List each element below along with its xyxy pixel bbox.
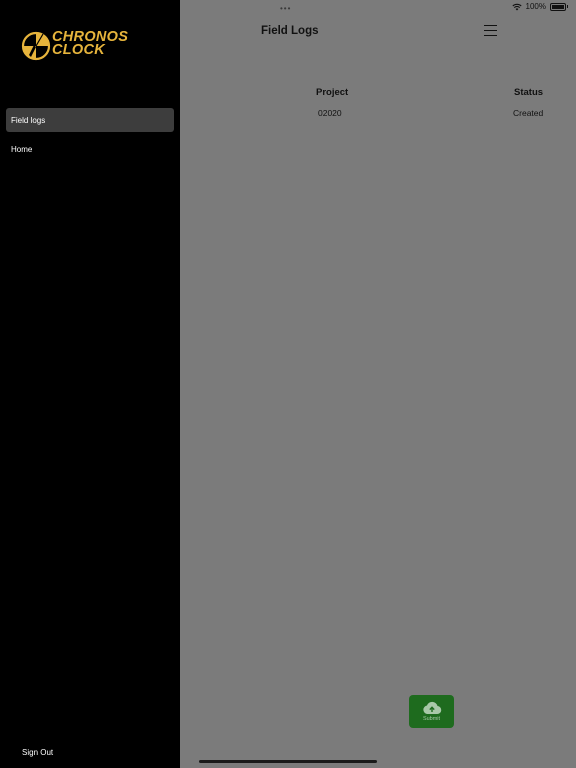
battery-icon [550, 2, 568, 11]
cell-status: Created [513, 108, 544, 118]
page-title: Field Logs [261, 25, 319, 37]
sidebar: CHRONOS CLOCK Field logs Home Sign Out [0, 0, 180, 768]
submit-label: Submit [422, 716, 441, 722]
cloud-upload-icon [422, 701, 441, 715]
sidebar-item-label: Field logs [11, 115, 46, 125]
sign-out-button[interactable]: Sign Out [22, 748, 53, 757]
sidebar-item-label: Home [11, 144, 33, 154]
sidebar-item-home[interactable]: Home [6, 137, 174, 161]
hamburger-icon[interactable] [484, 25, 497, 37]
multitasking-dots[interactable]: ••• [280, 4, 291, 13]
wifi-icon [511, 3, 522, 10]
logo-text: CHRONOS CLOCK [52, 29, 129, 58]
column-header-project: Project [316, 87, 349, 98]
cell-project: 02020 [318, 108, 342, 118]
battery-percentage: 100% [525, 2, 546, 11]
column-header-status: Status [514, 87, 544, 98]
sidebar-item-field-logs[interactable]: Field logs [6, 108, 174, 132]
submit-button[interactable]: Submit [409, 695, 454, 728]
status-indicators: 100% [511, 2, 568, 11]
home-indicator[interactable] [199, 760, 377, 763]
